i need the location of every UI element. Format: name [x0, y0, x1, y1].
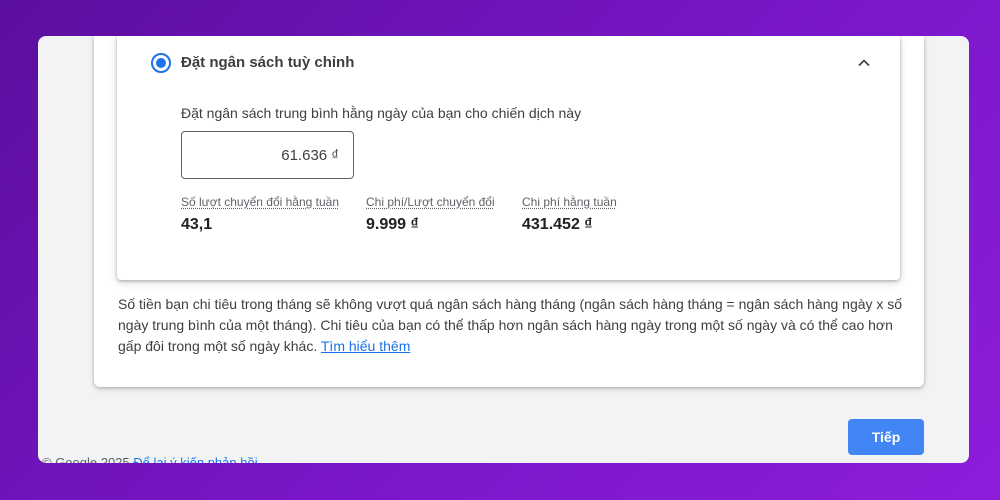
- custom-budget-title[interactable]: Đặt ngân sách tuỳ chỉnh: [181, 54, 354, 71]
- app-window: Đặt ngân sách tuỳ chỉnh Đặt ngân sách tr…: [38, 36, 969, 463]
- next-button[interactable]: Tiếp: [848, 419, 924, 455]
- budget-note: Số tiền bạn chi tiêu trong tháng sẽ khôn…: [118, 294, 908, 357]
- copyright-text: © Google 2025: [42, 455, 130, 463]
- budget-description: Đặt ngân sách trung bình hằng ngày của b…: [181, 105, 582, 121]
- chevron-up-icon[interactable]: [854, 53, 874, 73]
- metric-weekly-conversions: Số lượt chuyển đổi hằng tuần 43,1: [181, 195, 366, 234]
- feedback-link[interactable]: Để lại ý kiến phản hồi: [133, 455, 257, 463]
- metric-label[interactable]: Số lượt chuyển đổi hằng tuần: [181, 195, 366, 209]
- budget-note-text: Số tiền bạn chi tiêu trong tháng sẽ khôn…: [118, 296, 903, 354]
- custom-budget-panel: Đặt ngân sách tuỳ chỉnh Đặt ngân sách tr…: [117, 36, 900, 280]
- metrics-row: Số lượt chuyển đổi hằng tuần 43,1 Chi ph…: [181, 195, 617, 234]
- metric-label[interactable]: Chi phí/Lượt chuyển đổi: [366, 195, 522, 209]
- budget-card: Đặt ngân sách tuỳ chỉnh Đặt ngân sách tr…: [94, 36, 924, 387]
- daily-budget-input[interactable]: 61.636 ₫: [181, 131, 354, 179]
- metric-cost-per-conversion: Chi phí/Lượt chuyển đổi 9.999 ₫: [366, 195, 522, 234]
- metric-weekly-cost: Chi phí hằng tuần 431.452 ₫: [522, 195, 617, 234]
- metric-label[interactable]: Chi phí hằng tuần: [522, 195, 617, 209]
- metric-value: 431.452 ₫: [522, 216, 593, 233]
- metric-value: 43,1: [181, 216, 213, 233]
- custom-budget-radio[interactable]: [151, 53, 171, 73]
- learn-more-link[interactable]: Tìm hiểu thêm: [321, 338, 410, 354]
- page-footer: © Google 2025 Để lại ý kiến phản hồi: [42, 455, 258, 463]
- metric-value: 9.999 ₫: [366, 216, 419, 233]
